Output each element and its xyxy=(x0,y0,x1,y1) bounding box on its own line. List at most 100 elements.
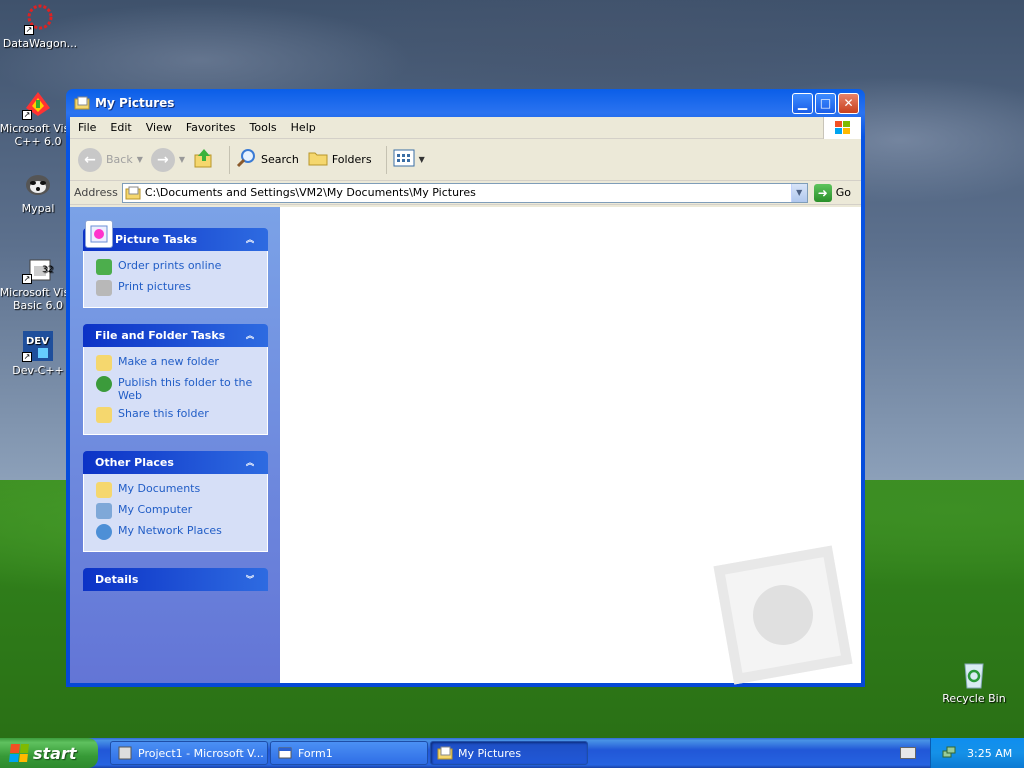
explorer-window[interactable]: My Pictures ▁ □ ✕ File Edit View Favorit… xyxy=(66,89,865,687)
close-button[interactable]: ✕ xyxy=(838,92,859,114)
windows-flag-icon xyxy=(9,744,29,762)
visual-cpp-icon: ↗ xyxy=(22,88,54,120)
place-my-computer[interactable]: My Computer xyxy=(96,503,257,519)
address-value: C:\Documents and Settings\VM2\My Documen… xyxy=(144,186,476,199)
collapse-chevron-icon[interactable]: ︽ xyxy=(242,328,258,344)
menu-edit[interactable]: Edit xyxy=(103,121,138,134)
visual-basic-icon: 32 ↗ xyxy=(22,252,54,284)
my-computer-icon xyxy=(96,503,112,519)
order-prints-icon xyxy=(96,259,112,275)
minimize-button[interactable]: ▁ xyxy=(792,92,813,114)
search-button[interactable]: Search xyxy=(236,147,299,172)
toolbar-separator xyxy=(385,145,387,174)
task-share-folder[interactable]: Share this folder xyxy=(96,407,257,423)
shortcut-arrow-icon: ↗ xyxy=(22,110,32,120)
picture-tasks-header[interactable]: Picture Tasks ︽ xyxy=(83,220,268,251)
forward-arrow-icon: → xyxy=(150,147,175,172)
taskbar-button-form1[interactable]: Form1 xyxy=(270,741,428,765)
place-my-documents[interactable]: My Documents xyxy=(96,482,257,498)
group-title: Other Places xyxy=(95,456,174,469)
task-publish-web[interactable]: Publish this folder to the Web xyxy=(96,376,257,402)
place-my-network-places[interactable]: My Network Places xyxy=(96,524,257,540)
group-title: Picture Tasks xyxy=(115,233,198,246)
taskbar-button-my-pictures[interactable]: My Pictures xyxy=(430,741,588,765)
views-button[interactable]: ▼ xyxy=(393,148,425,171)
picture-tasks-group: Picture Tasks ︽ Order prints online Prin… xyxy=(83,220,268,308)
menu-favorites[interactable]: Favorites xyxy=(179,121,243,134)
other-places-header[interactable]: Other Places ︽ xyxy=(83,451,268,474)
menu-file[interactable]: File xyxy=(70,121,103,134)
address-input[interactable]: C:\Documents and Settings\VM2\My Documen… xyxy=(121,182,808,203)
windows-logo-icon xyxy=(823,117,861,139)
taskbar: start Project1 - Microsoft V... Form1 My… xyxy=(0,738,1024,768)
window-client: File Edit View Favorites Tools Help ← Ba… xyxy=(70,117,861,685)
start-label: start xyxy=(33,743,77,763)
menu-help[interactable]: Help xyxy=(284,121,323,134)
clock[interactable]: 3:25 AM xyxy=(967,747,1012,760)
task-print-pictures[interactable]: Print pictures xyxy=(96,280,257,296)
taskbar-button-project1[interactable]: Project1 - Microsoft V... xyxy=(110,741,268,765)
svg-text:DEV: DEV xyxy=(26,336,49,347)
task-pane: Picture Tasks ︽ Order prints online Prin… xyxy=(70,207,280,683)
network-tray-icon[interactable] xyxy=(941,745,957,761)
picture-tasks-body: Order prints online Print pictures xyxy=(83,251,268,308)
start-button[interactable]: start xyxy=(0,738,98,768)
up-folder-icon xyxy=(193,147,215,172)
new-folder-icon xyxy=(96,355,112,371)
explorer-body: Picture Tasks ︽ Order prints online Prin… xyxy=(70,207,861,685)
details-header[interactable]: Details ︾ xyxy=(83,568,268,591)
folders-button[interactable]: Folders xyxy=(307,147,372,172)
go-button[interactable]: ➜ Go xyxy=(812,183,857,202)
up-button[interactable] xyxy=(193,147,215,172)
task-make-new-folder[interactable]: Make a new folder xyxy=(96,355,257,371)
place-label: My Network Places xyxy=(118,524,222,537)
keyboard-language-icon[interactable] xyxy=(900,747,916,759)
place-label: My Computer xyxy=(118,503,193,516)
desktop-icon-recycle-bin[interactable]: Recycle Bin xyxy=(934,658,1014,705)
collapse-chevron-icon[interactable]: ︽ xyxy=(242,455,258,471)
window-titlebar[interactable]: My Pictures ▁ □ ✕ xyxy=(70,89,861,117)
go-arrow-icon: ➜ xyxy=(813,183,832,202)
file-list-area[interactable] xyxy=(280,207,861,685)
back-button[interactable]: ← Back ▼ xyxy=(78,147,143,172)
forward-button[interactable]: → ▼ xyxy=(150,147,185,172)
other-places-body: My Documents My Computer My Network Plac… xyxy=(83,474,268,552)
shortcut-arrow-icon: ↗ xyxy=(22,352,32,362)
recycle-bin-icon xyxy=(958,658,990,690)
pictures-watermark-icon xyxy=(713,545,853,685)
place-label: My Documents xyxy=(118,482,201,495)
group-title: Details xyxy=(95,573,139,586)
file-folder-tasks-header[interactable]: File and Folder Tasks ︽ xyxy=(83,324,268,347)
views-icon xyxy=(393,148,415,171)
dropdown-arrow-icon: ▼ xyxy=(418,155,425,164)
form-icon xyxy=(277,745,293,761)
other-places-group: Other Places ︽ My Documents My Computer xyxy=(83,451,268,552)
desktop-icon-datawagon[interactable]: ↗ DataWagon... xyxy=(0,3,80,50)
vb-project-icon xyxy=(117,745,133,761)
window-title: My Pictures xyxy=(95,96,175,110)
back-label: Back xyxy=(106,153,133,166)
address-dropdown-button[interactable]: ▼ xyxy=(790,183,807,202)
printer-icon xyxy=(96,280,112,296)
publish-web-icon xyxy=(96,376,112,392)
desktop-icon-label: Recycle Bin xyxy=(942,692,1006,705)
maximize-button[interactable]: □ xyxy=(815,92,836,114)
back-arrow-icon: ← xyxy=(78,147,102,172)
desktop-icon-label: DataWagon... xyxy=(2,37,78,50)
menu-tools[interactable]: Tools xyxy=(243,121,284,134)
shortcut-arrow-icon: ↗ xyxy=(24,25,34,35)
task-label: Order prints online xyxy=(118,259,222,272)
toolbar-separator xyxy=(229,145,231,174)
menu-view[interactable]: View xyxy=(139,121,179,134)
group-title: File and Folder Tasks xyxy=(95,329,226,342)
shortcut-arrow-icon: ↗ xyxy=(22,274,32,284)
folder-pictures-icon xyxy=(74,95,90,111)
folders-icon xyxy=(307,147,329,172)
expand-chevron-icon[interactable]: ︾ xyxy=(242,572,258,588)
network-places-icon xyxy=(96,524,112,540)
details-group: Details ︾ xyxy=(83,568,268,591)
task-order-prints[interactable]: Order prints online xyxy=(96,259,257,275)
menu-bar: File Edit View Favorites Tools Help xyxy=(70,117,861,139)
task-label: Make a new folder xyxy=(118,355,219,368)
collapse-chevron-icon[interactable]: ︽ xyxy=(242,232,258,248)
